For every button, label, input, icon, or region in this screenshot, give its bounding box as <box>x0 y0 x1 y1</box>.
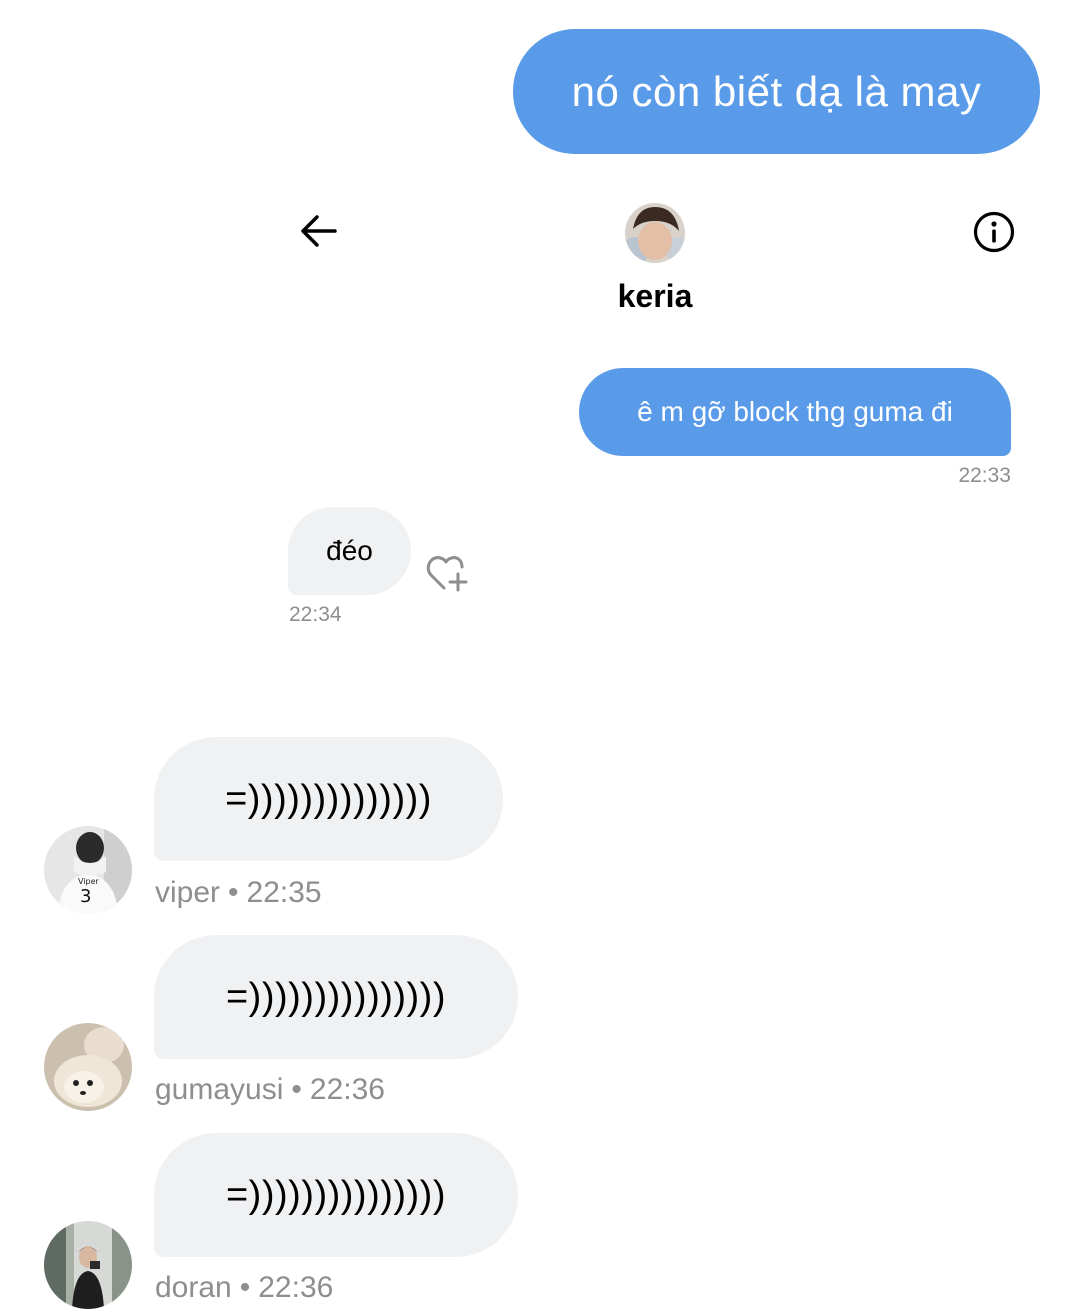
avatar[interactable] <box>44 1023 132 1111</box>
info-circle-icon <box>973 211 1015 253</box>
separator-dot: • <box>228 876 239 909</box>
contact-name[interactable]: keria <box>555 278 755 315</box>
message-text: =))))))))))))))) <box>225 1173 446 1216</box>
svg-text:3: 3 <box>80 886 91 907</box>
message-meta: gumayusi • 22:36 <box>155 1073 385 1107</box>
message-time: 22:36 <box>309 1073 385 1106</box>
message-bubble[interactable]: =))))))))))))))) <box>154 935 518 1059</box>
arrow-left-icon <box>301 215 337 247</box>
heart-plus-icon <box>426 556 468 592</box>
contact-avatar[interactable] <box>625 203 685 263</box>
message-text: =))))))))))))))) <box>225 975 446 1018</box>
separator-dot: • <box>239 1271 251 1304</box>
message-bubble[interactable]: =)))))))))))))) <box>154 737 503 861</box>
sender-name[interactable]: doran <box>155 1271 232 1304</box>
react-button[interactable] <box>424 552 470 594</box>
avatar[interactable]: Viper 3 <box>44 826 132 914</box>
message-bubble[interactable]: =))))))))))))))) <box>154 1133 518 1257</box>
message-meta: viper • 22:35 <box>155 876 322 910</box>
sent-message-text: nó còn biết dạ là may <box>571 67 982 115</box>
outgoing-message-text: ê m gỡ block thg guma đi <box>637 396 953 427</box>
avatar[interactable] <box>44 1221 132 1309</box>
back-button[interactable] <box>296 210 342 252</box>
incoming-message-text: đéo <box>326 535 373 566</box>
outgoing-message-bubble[interactable]: ê m gỡ block thg guma đi <box>579 368 1011 456</box>
sender-name[interactable]: gumayusi <box>155 1073 283 1106</box>
sent-message-bubble[interactable]: nó còn biết dạ là may <box>513 29 1040 154</box>
message-meta: doran • 22:36 <box>155 1271 333 1305</box>
sender-name[interactable]: viper <box>155 876 220 909</box>
message-time: 22:36 <box>258 1271 334 1304</box>
svg-text:Viper: Viper <box>78 877 100 886</box>
incoming-message-time: 22:34 <box>289 603 342 626</box>
separator-dot: • <box>291 1073 302 1106</box>
message-text: =)))))))))))))) <box>225 777 432 820</box>
info-button[interactable] <box>970 208 1018 256</box>
message-time: 22:35 <box>246 876 322 909</box>
incoming-message-bubble[interactable]: đéo <box>288 507 411 595</box>
outgoing-message-time: 22:33 <box>958 464 1011 487</box>
